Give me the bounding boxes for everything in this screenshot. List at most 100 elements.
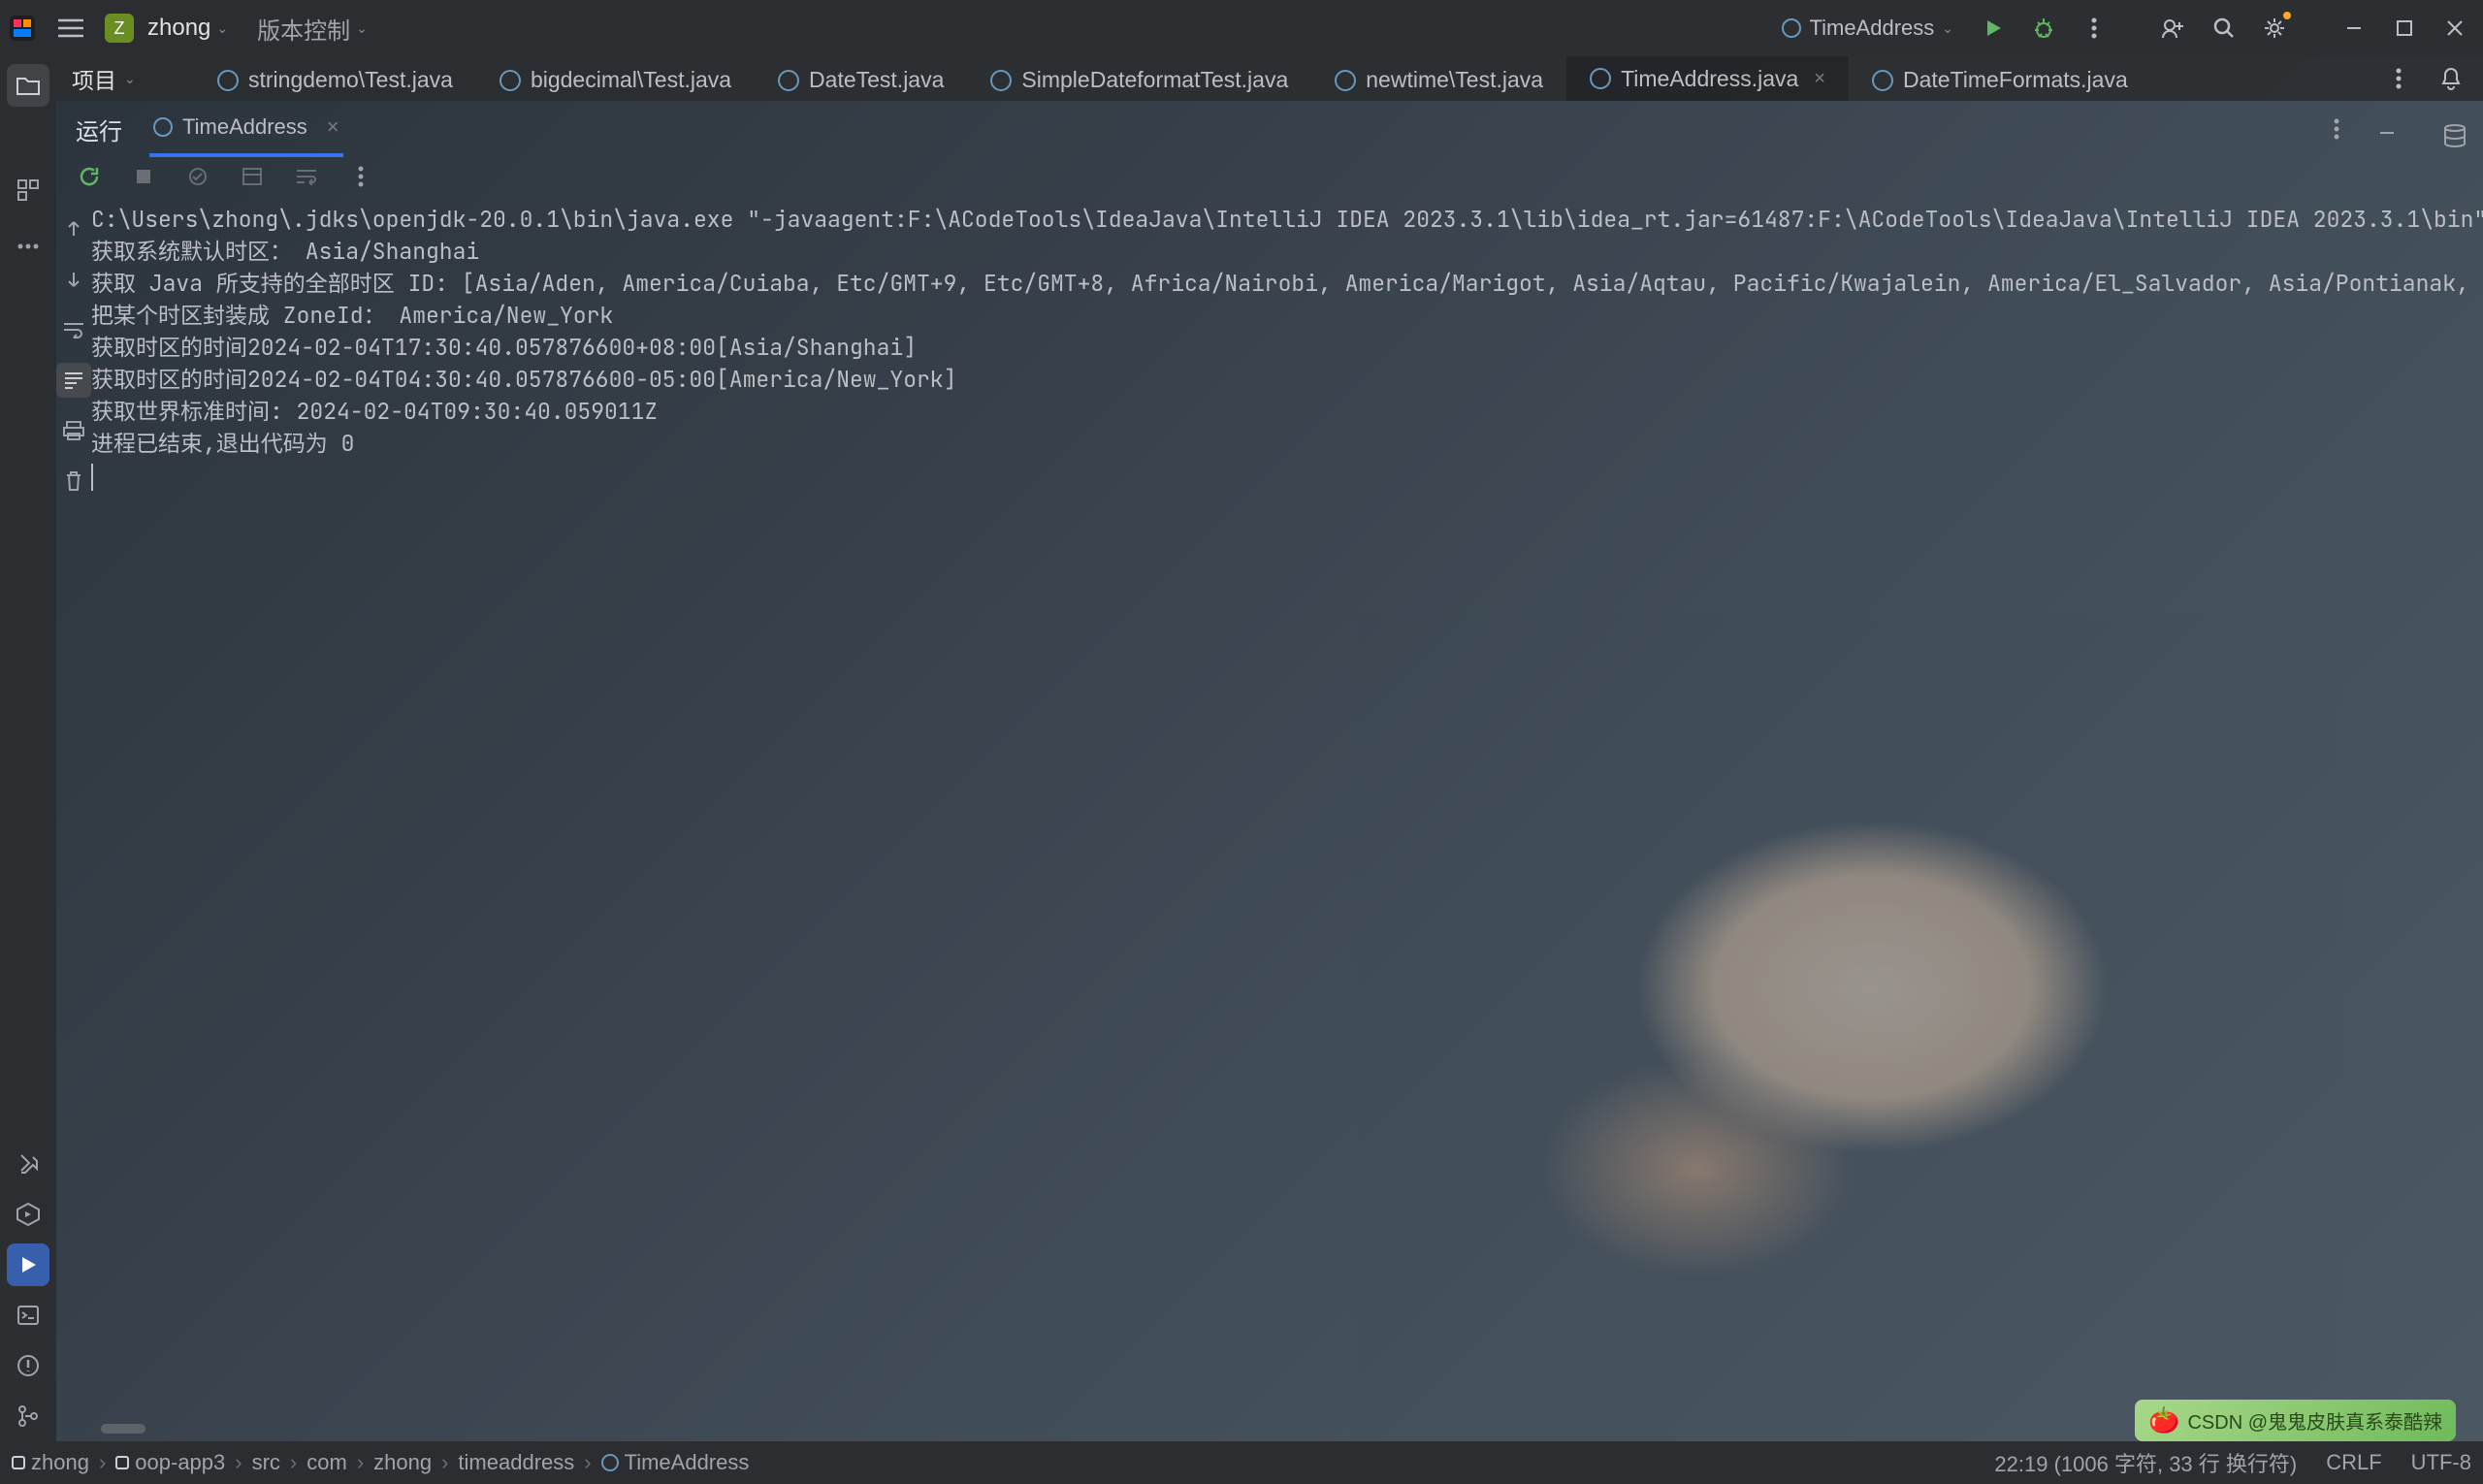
file-tab[interactable]: DateTest.java: [755, 56, 967, 101]
breadcrumb-item[interactable]: com: [306, 1450, 347, 1475]
breadcrumb[interactable]: zhong › oop-app3 › src › com › zhong › timeaddress…: [12, 1450, 749, 1475]
chevron-down-icon: ⌄: [124, 71, 136, 87]
chevron-down-icon: ⌄: [356, 20, 368, 37]
class-icon: [1872, 70, 1893, 91]
class-icon: [217, 70, 239, 91]
close-tab-icon[interactable]: ×: [1814, 68, 1825, 90]
project-tool-label: 项目: [72, 62, 116, 95]
clear-all-button[interactable]: [56, 464, 91, 499]
more-tools-button[interactable]: [7, 225, 49, 268]
breadcrumb-item[interactable]: zhong: [373, 1450, 432, 1475]
breadcrumb-separator: ›: [99, 1450, 106, 1475]
close-window-button[interactable]: [2435, 8, 2475, 48]
class-icon: [1335, 70, 1356, 91]
project-name-label: zhong: [147, 15, 210, 42]
vcs-label: 版本控制: [257, 12, 350, 46]
breadcrumb-separator: ›: [235, 1450, 242, 1475]
file-tab[interactable]: stringdemo\Test.java: [194, 56, 476, 101]
run-tool-button[interactable]: [7, 1243, 49, 1286]
layout-button[interactable]: [235, 159, 270, 194]
file-tab[interactable]: TimeAddress.java×: [1566, 56, 1849, 101]
main-menu-button[interactable]: [50, 8, 91, 48]
file-tab[interactable]: DateTimeFormats.java: [1849, 56, 2151, 101]
run-panel-title: 运行: [76, 99, 122, 160]
terminal-tool-button[interactable]: [7, 1294, 49, 1337]
vcs-dropdown[interactable]: 版本控制 ⌄: [257, 12, 368, 46]
hide-panel-button[interactable]: [2367, 109, 2407, 149]
scroll-down-button[interactable]: [56, 262, 91, 297]
breadcrumb-item[interactable]: timeaddress: [458, 1450, 574, 1475]
breadcrumb-item[interactable]: zhong: [31, 1450, 89, 1475]
scroll-to-end-button[interactable]: [56, 363, 91, 398]
horizontal-scrollbar[interactable]: [101, 1424, 2483, 1437]
code-with-me-button[interactable]: [2153, 8, 2194, 48]
chevron-down-icon: ⌄: [1942, 20, 1953, 37]
run-panel: 运行 TimeAddress ×: [56, 101, 2427, 1441]
toolbar-more-button[interactable]: [343, 159, 378, 194]
services-tool-button[interactable]: [7, 1193, 49, 1236]
breadcrumb-separator: ›: [357, 1450, 364, 1475]
left-tool-stripe: [0, 56, 56, 1441]
run-options-button[interactable]: [2316, 109, 2357, 149]
editor-tabs: 项目 ⌄ stringdemo\Test.java bigdecimal\Test…: [0, 56, 2483, 101]
project-avatar: Z: [105, 14, 134, 43]
class-icon: [601, 1454, 619, 1471]
run-gutter: [56, 196, 91, 1441]
run-button[interactable]: [1973, 8, 2014, 48]
console-output[interactable]: C:\Users\zhong\.jdks\openjdk-20.0.1\bin\…: [91, 196, 2483, 1424]
breadcrumb-item[interactable]: src: [252, 1450, 280, 1475]
print-button[interactable]: [56, 413, 91, 448]
run-config-tab-icon: [153, 117, 173, 137]
wrap-toggle-button[interactable]: [56, 312, 91, 347]
line-separator[interactable]: CRLF: [2326, 1450, 2381, 1475]
soft-wrap-button[interactable]: [289, 159, 324, 194]
breadcrumb-item[interactable]: oop-app3: [135, 1450, 225, 1475]
file-tab-label: bigdecimal\Test.java: [531, 67, 731, 93]
notifications-button[interactable]: [2431, 58, 2471, 99]
debug-button[interactable]: [2023, 8, 2064, 48]
class-icon: [1590, 68, 1611, 89]
file-tab-label: DateTest.java: [809, 67, 944, 93]
build-tool-button[interactable]: [7, 1143, 49, 1185]
rerun-button[interactable]: [72, 159, 107, 194]
close-tab-icon[interactable]: ×: [327, 114, 339, 140]
breadcrumb-separator: ›: [290, 1450, 297, 1475]
structure-tool-button[interactable]: [7, 169, 49, 211]
module-icon: [12, 1456, 25, 1469]
file-encoding[interactable]: UTF-8: [2411, 1450, 2471, 1475]
caret-position[interactable]: 22:19 (1006 字符, 33 行 换行符): [1994, 1447, 2297, 1478]
run-configuration-selector[interactable]: TimeAddress ⌄: [1772, 12, 1963, 45]
run-config-tab[interactable]: TimeAddress ×: [149, 101, 343, 157]
settings-button[interactable]: [2254, 8, 2295, 48]
breadcrumb-separator: ›: [441, 1450, 448, 1475]
filter-button[interactable]: [180, 159, 215, 194]
breadcrumb-separator: ›: [584, 1450, 591, 1475]
run-panel-header: 运行 TimeAddress ×: [56, 101, 2427, 157]
project-tool-selector[interactable]: 项目 ⌄: [72, 56, 136, 101]
file-tab-label: stringdemo\Test.java: [248, 67, 453, 93]
vcs-tool-button[interactable]: [7, 1395, 49, 1437]
project-tool-button[interactable]: [7, 64, 49, 107]
project-name-dropdown[interactable]: zhong ⌄: [147, 15, 228, 42]
file-tab[interactable]: newtime\Test.java: [1311, 56, 1566, 101]
stop-button[interactable]: [126, 159, 161, 194]
module-icon: [115, 1456, 129, 1469]
app-logo: [8, 14, 37, 43]
breadcrumb-item[interactable]: TimeAddress: [625, 1450, 750, 1475]
caret: [91, 464, 93, 491]
database-tool-button[interactable]: [2434, 114, 2476, 157]
file-tab[interactable]: bigdecimal\Test.java: [476, 56, 755, 101]
scroll-up-button[interactable]: [56, 211, 91, 246]
maximize-button[interactable]: [2384, 8, 2425, 48]
scrollbar-thumb[interactable]: [101, 1424, 145, 1434]
minimize-button[interactable]: [2334, 8, 2374, 48]
class-icon: [500, 70, 521, 91]
more-actions-button[interactable]: [2074, 8, 2114, 48]
watermark-badge: CSDN @鬼鬼皮肤真系泰酷辣: [2135, 1400, 2456, 1441]
problems-tool-button[interactable]: [7, 1344, 49, 1387]
tabs-more-button[interactable]: [2378, 58, 2419, 99]
run-config-icon: [1782, 18, 1801, 38]
search-button[interactable]: [2204, 8, 2244, 48]
file-tab[interactable]: SimpleDateformatTest.java: [967, 56, 1311, 101]
file-tab-label: newtime\Test.java: [1366, 67, 1543, 93]
